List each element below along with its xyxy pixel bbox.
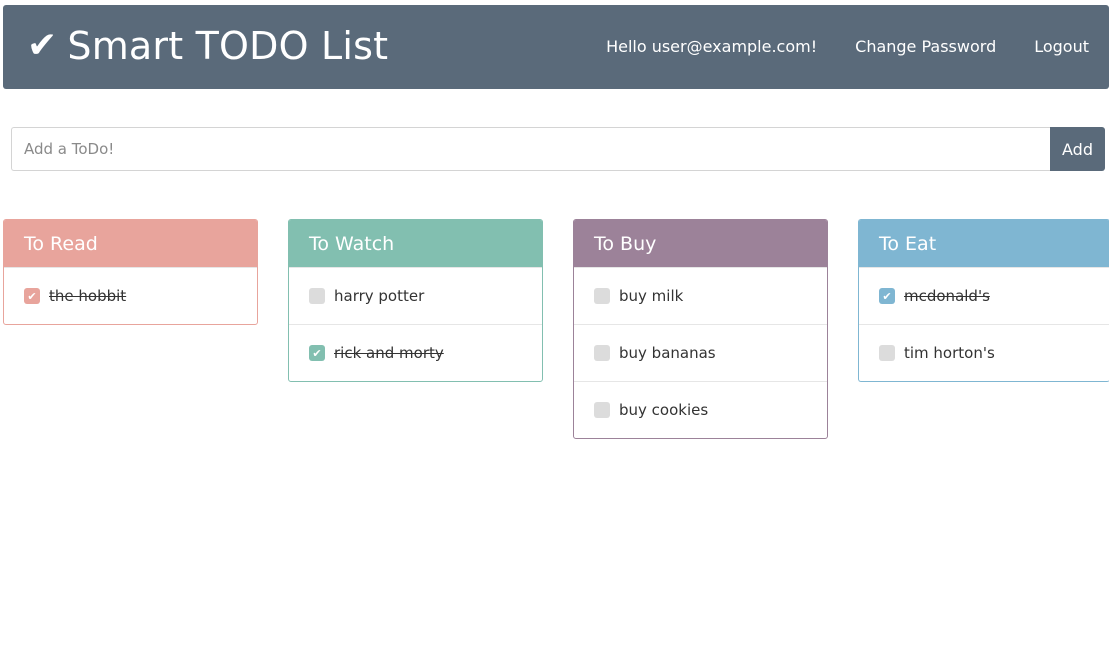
- list-card-to-read: To Read ✔ the hobbit: [3, 219, 258, 325]
- user-greeting: Hello user@example.com!: [606, 37, 818, 56]
- checkbox[interactable]: [594, 288, 610, 304]
- checkbox[interactable]: [594, 345, 610, 361]
- item-label: rick and morty: [334, 344, 444, 362]
- logout-link[interactable]: Logout: [1034, 36, 1089, 58]
- item-label: mcdonald's: [904, 287, 990, 305]
- checkbox-checked[interactable]: ✔: [24, 288, 40, 304]
- checkmark-icon: ✔: [27, 25, 58, 66]
- nav-links: Hello user@example.com! Change Password …: [606, 36, 1089, 58]
- list-title: To Buy: [594, 232, 657, 255]
- top-navbar: ✔ Smart TODO List Hello user@example.com…: [3, 5, 1109, 89]
- list-title: To Read: [24, 232, 98, 255]
- list-card-to-buy: To Buy buy milk buy bananas buy cookies: [573, 219, 828, 439]
- list-item: tim horton's: [859, 324, 1109, 381]
- list-item: buy milk: [574, 267, 827, 324]
- item-label: the hobbit: [49, 287, 127, 305]
- checkbox-checked[interactable]: ✔: [879, 288, 895, 304]
- list-title: To Eat: [879, 232, 937, 255]
- list-item: harry potter: [289, 267, 542, 324]
- brand-title: Smart TODO List: [67, 24, 389, 68]
- list-item: buy cookies: [574, 381, 827, 438]
- brand[interactable]: ✔ Smart TODO List: [27, 22, 388, 70]
- add-todo-input[interactable]: [11, 127, 1050, 171]
- checkbox[interactable]: [879, 345, 895, 361]
- checkbox[interactable]: [309, 288, 325, 304]
- change-password-link[interactable]: Change Password: [855, 36, 996, 58]
- add-button[interactable]: Add: [1050, 127, 1105, 171]
- list-header: To Read: [4, 220, 257, 267]
- list-item: ✔ mcdonald's: [859, 267, 1109, 324]
- list-item: ✔ rick and morty: [289, 324, 542, 381]
- item-label: buy bananas: [619, 344, 716, 362]
- list-header: To Buy: [574, 220, 827, 267]
- checkbox-checked[interactable]: ✔: [309, 345, 325, 361]
- checkbox[interactable]: [594, 402, 610, 418]
- list-card-to-eat: To Eat ✔ mcdonald's tim horton's: [858, 219, 1109, 382]
- item-label: buy milk: [619, 287, 684, 305]
- list-item: ✔ the hobbit: [4, 267, 257, 324]
- list-card-to-watch: To Watch harry potter ✔ rick and morty: [288, 219, 543, 382]
- list-item: buy bananas: [574, 324, 827, 381]
- item-label: tim horton's: [904, 344, 995, 362]
- list-header: To Watch: [289, 220, 542, 267]
- list-header: To Eat: [859, 220, 1109, 267]
- item-label: harry potter: [334, 287, 425, 305]
- item-label: buy cookies: [619, 401, 709, 419]
- list-title: To Watch: [309, 232, 395, 255]
- add-todo-form: Add: [11, 127, 1105, 171]
